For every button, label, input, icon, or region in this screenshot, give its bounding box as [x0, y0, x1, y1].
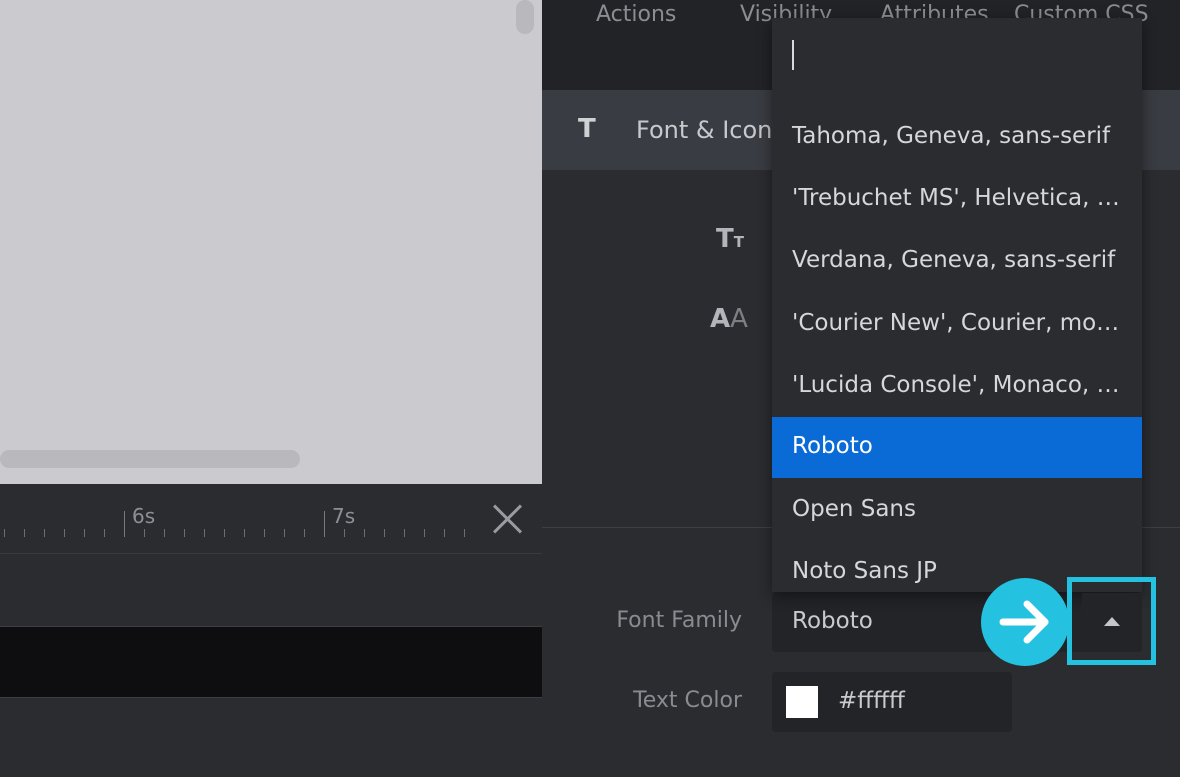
tick-label-7s: 7s	[332, 504, 356, 528]
letter-case-icon: AA	[710, 304, 748, 334]
horizontal-scrollbar[interactable]	[0, 450, 300, 468]
text-icon: T	[578, 114, 596, 144]
section-title: Font & Icon	[636, 116, 773, 144]
ruler-tick	[404, 529, 405, 537]
ruler-tick	[224, 529, 225, 537]
ruler-tick	[284, 529, 285, 537]
dropdown-option[interactable]: 'Trebuchet MS', Helvetica, sans-serif	[772, 169, 1142, 230]
ruler-tick	[264, 529, 265, 537]
ruler-tick	[64, 529, 65, 537]
dropdown-option[interactable]: Open Sans	[772, 480, 1142, 541]
tick-label-6s: 6s	[132, 504, 156, 528]
color-swatch[interactable]	[786, 686, 818, 718]
timeline: 6s 7s	[0, 484, 542, 777]
ruler-tick	[384, 529, 385, 537]
ruler-tick	[124, 511, 125, 537]
dropdown-option[interactable]: Verdana, Geneva, sans-serif	[772, 231, 1142, 292]
ruler-tick	[464, 529, 465, 537]
text-color-value: #ffffff	[838, 688, 905, 714]
arrow-right-icon	[981, 578, 1069, 666]
font-family-value: Roboto	[792, 608, 873, 634]
text-caret	[792, 40, 794, 70]
ruler-tick	[424, 529, 425, 537]
dropdown-option[interactable]: Tahoma, Geneva, sans-serif	[772, 107, 1142, 168]
ruler-tick	[444, 529, 445, 537]
timeline-track-active[interactable]	[0, 627, 542, 697]
close-timeline-icon[interactable]	[488, 500, 526, 538]
timeline-ruler[interactable]: 6s 7s	[0, 484, 542, 554]
dropdown-option[interactable]: 'Lucida Console', Monaco, monospace	[772, 356, 1142, 417]
dropdown-option[interactable]: 'Courier New', Courier, monospace	[772, 294, 1142, 355]
dropdown-option-selected[interactable]: Roboto	[772, 417, 1142, 478]
ruler-tick	[84, 529, 85, 537]
canvas-preview[interactable]	[0, 0, 542, 484]
ruler-tick	[144, 529, 145, 537]
ruler-tick	[104, 529, 105, 537]
editor-window: 6s 7s Actions Visibility Attributes Cust…	[0, 0, 1180, 777]
timeline-track[interactable]	[0, 555, 542, 627]
ruler-tick	[4, 529, 5, 537]
text-size-icon: TT	[716, 224, 744, 254]
font-family-label: Font Family	[616, 608, 742, 633]
ruler-tick	[24, 529, 25, 537]
ruler-tick	[304, 529, 305, 537]
text-color-field[interactable]: #ffffff	[772, 672, 1012, 732]
ruler-tick	[164, 529, 165, 537]
ruler-tick	[344, 529, 345, 537]
vertical-scrollbar[interactable]	[516, 0, 534, 34]
tab-actions[interactable]: Actions	[596, 2, 676, 27]
timeline-track[interactable]	[0, 697, 542, 777]
ruler-tick	[204, 529, 205, 537]
font-family-dropdown: Tahoma, Geneva, sans-serif 'Trebuchet MS…	[772, 18, 1142, 592]
text-color-label: Text Color	[633, 688, 742, 713]
dropdown-search-input[interactable]	[772, 18, 1142, 96]
ruler-tick	[324, 511, 325, 537]
ruler-tick	[244, 529, 245, 537]
ruler-tick	[184, 529, 185, 537]
highlight-box	[1067, 577, 1156, 665]
ruler-tick	[44, 529, 45, 537]
ruler-tick	[364, 529, 365, 537]
